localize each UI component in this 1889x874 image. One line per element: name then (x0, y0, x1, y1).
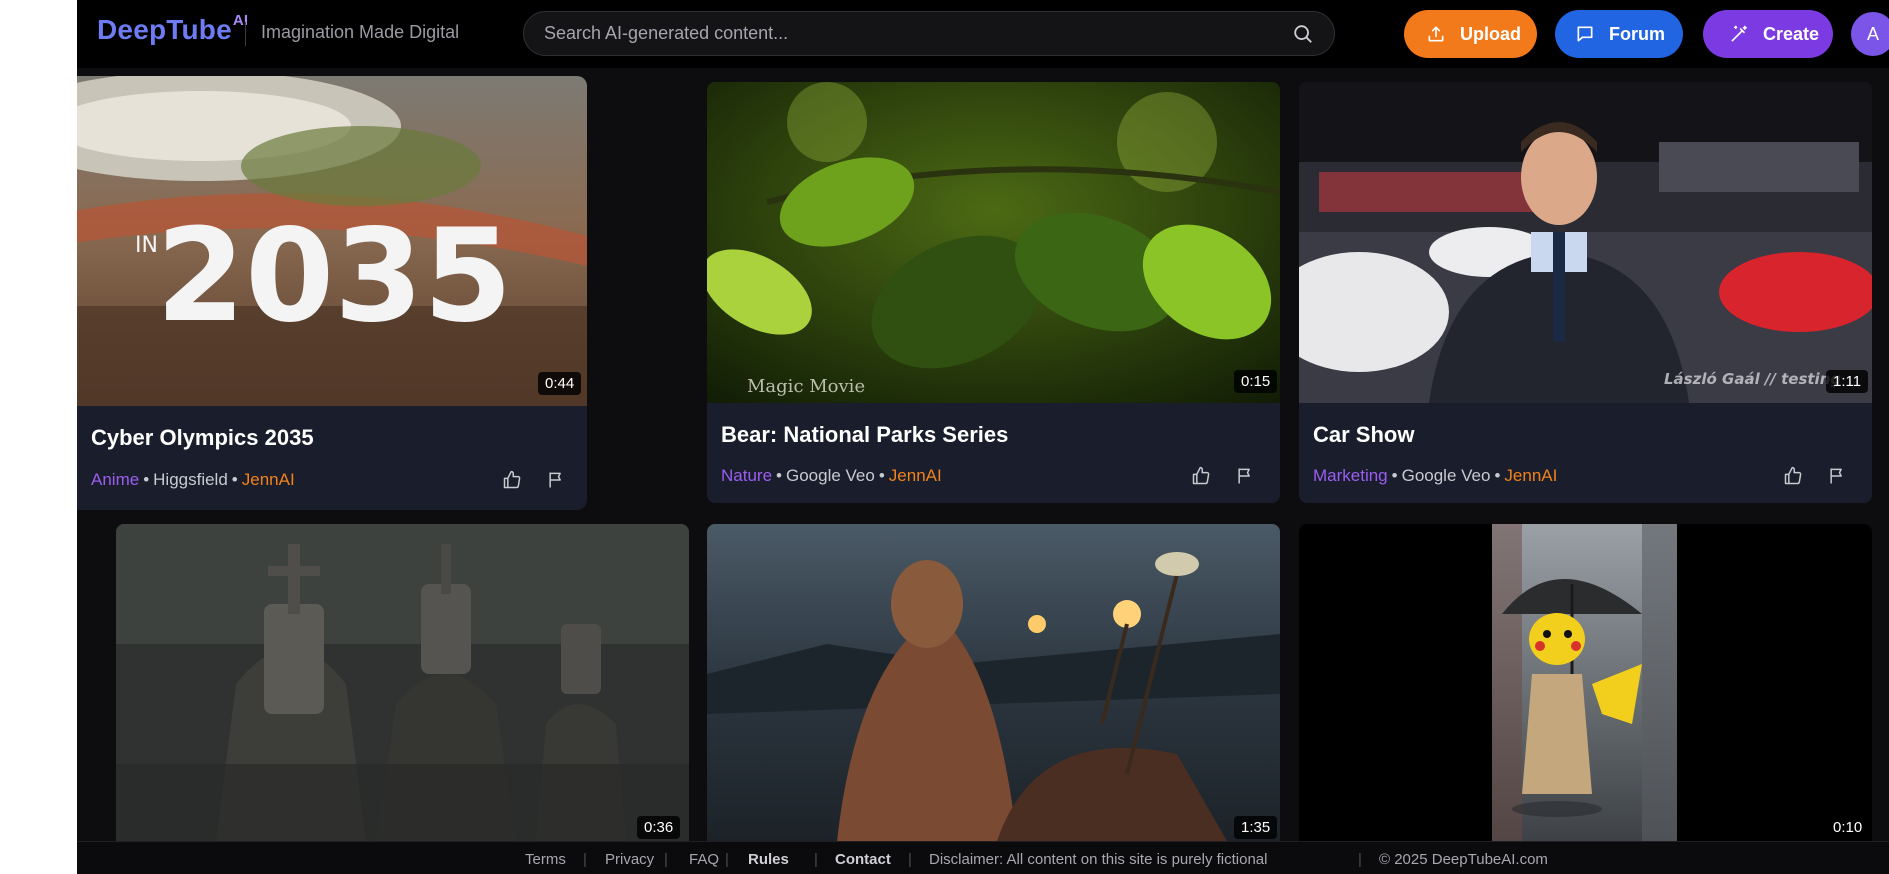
meta-separator: • (1494, 466, 1501, 485)
magic-wand-icon (1731, 25, 1747, 42)
thumbnail-watermark: László Gaál // testing (1664, 370, 1841, 388)
thumbs-up-icon[interactable] (1783, 466, 1803, 486)
thumbnail-overlay-year: 2035 (156, 202, 512, 351)
video-thumbnail[interactable] (116, 524, 689, 841)
flag-icon[interactable] (1827, 466, 1847, 486)
forum-button[interactable]: Forum (1555, 10, 1683, 58)
footer-link-contact[interactable]: Contact (835, 851, 891, 868)
thumbnail-watermark: Magic Movie (747, 376, 865, 397)
video-card[interactable]: Magic Movie 0:15 Bear: National Parks Se… (707, 82, 1280, 503)
app-window: DeepTubeAI Imagination Made Digital Uplo… (77, 0, 1889, 874)
upload-label: Upload (1460, 23, 1521, 44)
meta-separator: • (878, 466, 885, 485)
video-card[interactable]: 2035 IN 0:44 Cyber Olympics 2035 Anime • H… (77, 76, 587, 510)
video-author[interactable]: JennAI (889, 466, 942, 485)
create-label: Create (1763, 23, 1820, 44)
thumbs-up-icon[interactable] (1191, 466, 1211, 486)
video-model: Google Veo (785, 466, 875, 485)
create-button[interactable]: Create (1703, 10, 1833, 58)
video-title[interactable]: Car Show (1313, 422, 1414, 448)
site-footer: Terms | Privacy | FAQ | Rules | Contact … (77, 841, 1889, 874)
logo-text: DeepTube (97, 14, 232, 45)
tagline-divider (245, 22, 246, 46)
video-card[interactable]: 0:10 (1299, 524, 1872, 841)
footer-link-terms[interactable]: Terms (525, 851, 566, 868)
video-card[interactable]: 1:35 (707, 524, 1280, 841)
upload-button[interactable]: Upload (1404, 10, 1537, 58)
video-meta: Anime • Higgsfield • JennAI (91, 470, 295, 490)
video-title[interactable]: Bear: National Parks Series (721, 422, 1008, 448)
footer-separator: | (583, 851, 587, 868)
search-input[interactable] (544, 12, 1284, 55)
site-tagline: Imagination Made Digital (261, 22, 460, 42)
search-bar (523, 11, 1335, 56)
video-duration: 0:15 (1234, 370, 1278, 393)
top-header: DeepTubeAI Imagination Made Digital Uplo… (77, 0, 1889, 68)
footer-copyright: © 2025 DeepTubeAI.com (1379, 851, 1548, 868)
video-model: Google Veo (1401, 466, 1491, 485)
footer-separator: | (664, 851, 668, 868)
video-thumbnail[interactable] (1492, 524, 1677, 841)
footer-separator: | (814, 851, 818, 868)
video-author[interactable]: JennAI (1504, 466, 1557, 485)
video-author[interactable]: JennAI (242, 470, 295, 489)
video-title[interactable]: Cyber Olympics 2035 (91, 425, 314, 451)
chat-bubble-icon (1577, 26, 1593, 42)
meta-separator: • (231, 470, 238, 489)
video-thumbnail[interactable]: 2035 IN (77, 76, 587, 406)
user-avatar[interactable]: A (1851, 12, 1889, 56)
video-duration: 1:11 (1826, 370, 1869, 393)
video-thumbnail[interactable]: Magic Movie (707, 82, 1280, 403)
search-icon[interactable] (1292, 23, 1314, 45)
video-duration: 0:44 (538, 372, 582, 395)
forum-label: Forum (1609, 23, 1665, 44)
video-duration: 0:10 (1826, 816, 1870, 839)
footer-separator: | (725, 851, 729, 868)
video-card[interactable]: László Gaál // testing 1:11 Car Show Mar… (1299, 82, 1872, 503)
footer-link-privacy[interactable]: Privacy (605, 851, 654, 868)
meta-separator: • (1391, 466, 1398, 485)
flag-icon[interactable] (1235, 466, 1255, 486)
video-thumbnail[interactable] (707, 524, 1280, 841)
upload-icon (1428, 26, 1444, 42)
flag-icon[interactable] (546, 470, 566, 490)
video-model: Higgsfield (153, 470, 228, 489)
thumbnail-overlay-in: IN (135, 233, 158, 258)
footer-separator: | (1358, 851, 1362, 868)
video-meta: Nature • Google Veo • JennAI (721, 466, 942, 486)
footer-separator: | (908, 851, 912, 868)
meta-separator: • (143, 470, 150, 489)
footer-disclaimer: Disclaimer: All content on this site is … (929, 851, 1268, 868)
thumbs-up-icon[interactable] (502, 470, 522, 490)
video-category[interactable]: Anime (91, 470, 139, 489)
video-category[interactable]: Marketing (1313, 466, 1388, 485)
meta-separator: • (776, 466, 782, 485)
video-category[interactable]: Nature (721, 466, 772, 485)
video-meta: Marketing • Google Veo • JennAI (1313, 466, 1557, 486)
video-duration: 0:36 (637, 816, 681, 839)
site-logo[interactable]: DeepTubeAI (97, 12, 248, 46)
footer-link-rules[interactable]: Rules (748, 851, 789, 868)
footer-link-faq[interactable]: FAQ (689, 851, 719, 868)
video-card[interactable]: 0:36 (116, 524, 689, 841)
video-thumbnail[interactable]: László Gaál // testing (1299, 82, 1872, 403)
video-duration: 1:35 (1234, 816, 1278, 839)
